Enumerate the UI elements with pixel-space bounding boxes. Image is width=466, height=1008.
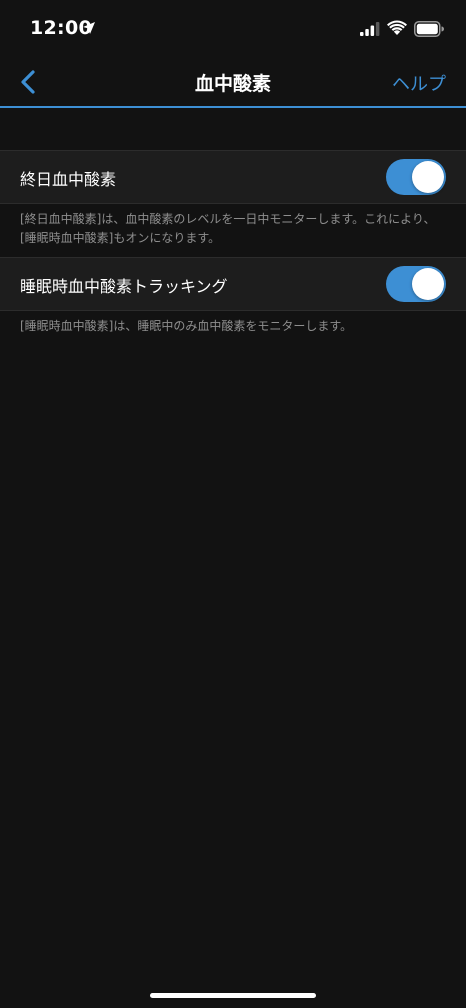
setting-row-all-day-spo2: 終日血中酸素 [0,150,466,204]
status-bar: 12:00 [0,0,466,58]
all-day-spo2-toggle[interactable] [386,159,446,195]
settings-list: 終日血中酸素 [終日血中酸素]は、血中酸素のレベルを一日中モニターします。これに… [0,150,466,351]
wifi-icon [387,20,407,35]
home-indicator[interactable] [150,993,316,998]
setting-label: 睡眠時血中酸素トラッキング [20,277,228,296]
battery-icon [414,21,444,37]
toggle-knob [412,161,444,193]
help-button[interactable]: ヘルプ [392,70,446,96]
location-arrow-icon [83,22,95,34]
screen: 12:00 血中酸素 ヘルプ 終日血中酸素 [終日血中酸素]は、血中酸素のレベル… [0,0,466,1008]
setting-description: [終日血中酸素]は、血中酸素のレベルを一日中モニターします。これにより、[睡眠時… [20,212,436,245]
setting-label: 終日血中酸素 [20,170,117,189]
setting-description: [睡眠時血中酸素]は、睡眠中のみ血中酸素をモニターします。 [20,319,353,333]
setting-row-sleep-spo2: 睡眠時血中酸素トラッキング [0,257,466,311]
nav-bar: 血中酸素 ヘルプ [0,58,466,108]
toggle-knob [412,268,444,300]
cellular-signal-icon [360,22,380,36]
sleep-spo2-toggle[interactable] [386,266,446,302]
